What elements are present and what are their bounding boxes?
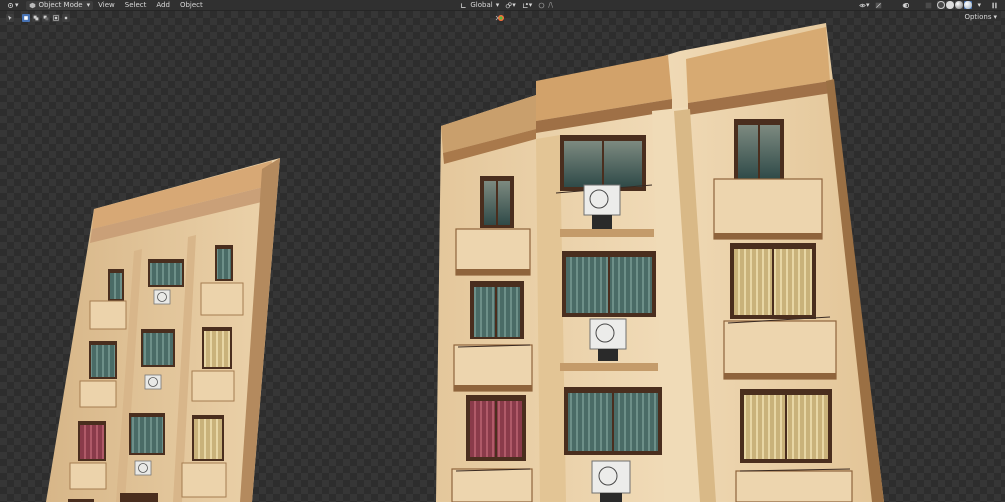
select-subtract-button[interactable] <box>42 13 50 22</box>
menu-view[interactable]: View <box>93 1 120 10</box>
shading-solid-button[interactable] <box>946 1 955 9</box>
building-left <box>46 158 280 502</box>
select-invert-icon <box>53 14 59 21</box>
select-new-button[interactable] <box>22 13 30 22</box>
tool-select-button[interactable] <box>6 13 14 22</box>
shading-solid-icon <box>946 1 955 9</box>
options-label: Options <box>964 12 992 21</box>
overlay-icon <box>903 2 910 8</box>
orientation-select[interactable]: Global ▾ <box>457 1 502 10</box>
tool-settings <box>6 13 70 22</box>
shading-group <box>937 1 973 9</box>
pivot-button[interactable]: ▾ <box>502 1 519 10</box>
shading-options-button[interactable]: ▾ <box>974 1 984 10</box>
xray-button[interactable] <box>922 1 935 10</box>
select-extend-icon <box>33 15 39 20</box>
gizmo-button[interactable] <box>872 1 885 10</box>
editor-type-button[interactable]: ▾ <box>4 1 22 10</box>
mode-icon <box>29 2 35 8</box>
select-intersect-icon <box>64 16 68 19</box>
collapse-button[interactable] <box>988 1 1001 10</box>
building-right <box>436 23 884 502</box>
viewport-header: ▾ Object Mode ▾ View Select Add Object G… <box>0 0 1005 11</box>
shading-rendered-icon <box>964 1 973 9</box>
3d-viewport[interactable] <box>0 11 1005 502</box>
select-new-icon <box>24 15 28 20</box>
orientation-label: Global <box>470 1 493 9</box>
xray-icon <box>926 2 932 8</box>
shading-wireframe-icon <box>937 1 946 9</box>
editor-type-icon <box>7 2 14 8</box>
mode-select[interactable]: Object Mode ▾ <box>25 0 94 10</box>
proportional-button[interactable]: /\ <box>535 1 556 10</box>
visibility-icon <box>859 3 866 7</box>
overlay-button[interactable] <box>899 1 912 10</box>
select-subtract-icon <box>43 15 49 20</box>
shading-rendered-button[interactable] <box>964 1 973 9</box>
select-invert-button[interactable] <box>52 13 60 22</box>
menu-select[interactable]: Select <box>120 1 152 10</box>
scene-render <box>46 23 884 502</box>
select-intersect-button[interactable] <box>62 13 70 22</box>
cursor-icon <box>8 15 12 20</box>
gizmo-icon <box>876 2 882 8</box>
proportional-icon <box>538 2 545 8</box>
pivot-icon <box>505 1 512 8</box>
view-gizmo-icon[interactable] <box>495 13 505 23</box>
select-extend-button[interactable] <box>32 13 40 22</box>
mode-label: Object Mode <box>38 1 83 9</box>
snap-button[interactable]: ▾ <box>519 1 536 10</box>
options-button[interactable]: Options ▾ <box>960 12 1001 21</box>
collapse-icon <box>992 2 997 8</box>
orientation-icon <box>461 2 466 8</box>
snap-icon <box>522 2 528 8</box>
shading-material-button[interactable] <box>955 1 964 9</box>
shading-wireframe-button[interactable] <box>937 1 946 9</box>
menu-add[interactable]: Add <box>151 1 175 10</box>
shading-material-icon <box>955 1 964 9</box>
menu-object[interactable]: Object <box>175 1 208 10</box>
visibility-button[interactable]: ▾ <box>856 1 873 10</box>
